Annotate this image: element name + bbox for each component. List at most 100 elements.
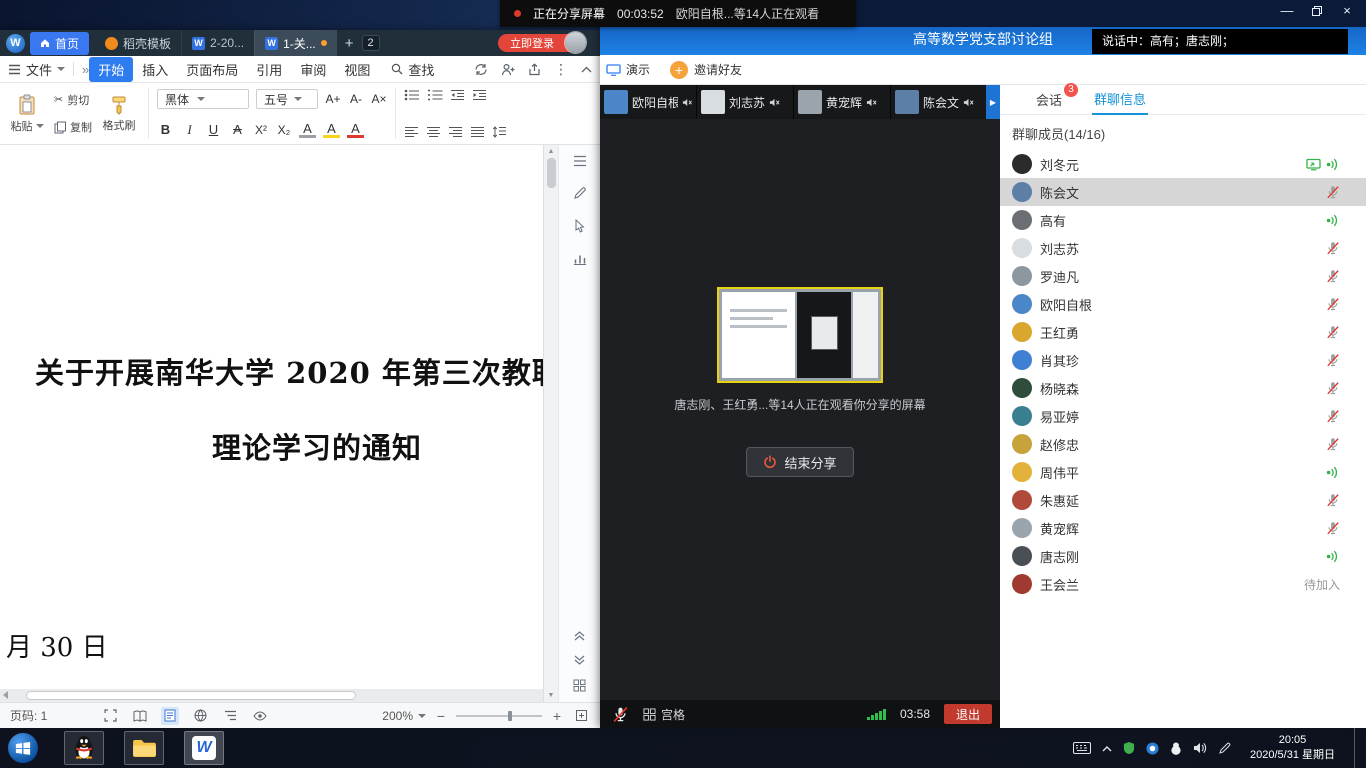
mic-muted-button[interactable] [612,706,629,723]
eye-protection-icon[interactable] [251,707,269,725]
copy-button[interactable]: 复制 [54,119,92,135]
member-row[interactable]: 欧阳自根 [1000,290,1366,318]
video-strip-next-button[interactable]: ▶ [986,85,1000,119]
tab-count-badge[interactable]: 2 [362,35,380,51]
horizontal-scrollbar-thumb[interactable] [26,691,356,700]
member-row[interactable]: 王红勇 [1000,318,1366,346]
font-name-select[interactable]: 黑体 [157,89,249,109]
fit-page-icon[interactable] [572,707,590,725]
increase-font-button[interactable]: A+ [325,92,341,106]
member-row[interactable]: 周伟平 [1000,458,1366,486]
restore-button[interactable] [1304,3,1330,19]
scroll-left-arrow-icon[interactable] [3,691,8,699]
share-icon[interactable] [528,63,541,76]
sync-icon[interactable] [474,63,488,76]
bullet-list-icon[interactable] [404,89,420,101]
tab-group-info[interactable]: 群聊信息 [1092,84,1148,115]
collapse-ribbon-icon[interactable] [581,66,592,73]
subscript-button[interactable]: X₂ [276,123,292,137]
clear-format-button[interactable]: A× [371,92,387,106]
page-view-icon[interactable] [161,707,179,725]
line-spacing-icon[interactable] [492,126,507,138]
taskbar-clock[interactable]: 20:05 2020/5/31 星期日 [1250,733,1335,763]
highlight-color-button[interactable]: A [323,121,340,138]
chart-tool-icon[interactable] [573,252,587,265]
keyboard-icon[interactable] [1073,742,1091,754]
video-tile[interactable]: 刘志苏 [697,85,794,119]
next-page-icon[interactable] [574,655,585,665]
qq-tray-icon[interactable] [1170,742,1182,755]
ribbon-tab-view[interactable]: 视图 [335,57,379,82]
taskbar-qq-button[interactable] [64,731,104,765]
ribbon-tab-review[interactable]: 审阅 [291,57,335,82]
paste-button[interactable]: 粘贴 [6,86,48,141]
login-button[interactable]: 立即登录 [498,34,580,52]
grid-view-button[interactable]: 宫格 [643,706,685,723]
more-menu-icon[interactable]: ⋮ [554,61,568,78]
end-share-button[interactable]: 结束分享 [746,447,853,477]
char-shading-button[interactable]: A [299,121,316,138]
file-menu[interactable]: 文件 [8,60,65,79]
show-desktop-button[interactable] [1354,728,1362,768]
strikethrough-button[interactable]: A [229,122,246,137]
tray-expand-icon[interactable] [1102,745,1112,752]
video-tile[interactable]: 黄宠辉 [794,85,891,119]
security-shield-icon[interactable] [1123,741,1135,755]
taskbar-wps-button[interactable]: W [184,731,224,765]
align-center-icon[interactable] [426,126,441,138]
member-row[interactable]: 唐志刚 [1000,542,1366,570]
zoom-in-button[interactable]: + [551,708,563,724]
zoom-level-select[interactable]: 200% [382,709,426,723]
outline-view-icon[interactable] [221,707,239,725]
taskbar-explorer-button[interactable] [124,731,164,765]
member-row[interactable]: 刘志苏 [1000,234,1366,262]
web-layout-icon[interactable] [191,707,209,725]
zoom-slider-thumb[interactable] [508,711,512,721]
minimize-button[interactable]: — [1274,3,1300,19]
decrease-indent-icon[interactable] [450,89,465,101]
home-tab[interactable]: 首页 [30,32,89,55]
ribbon-tab-insert[interactable]: 插入 [133,57,177,82]
format-painter-button[interactable]: 格式刷 [98,86,140,141]
grid-view-icon[interactable] [573,679,586,692]
bold-button[interactable]: B [157,122,174,137]
scroll-down-arrow-icon[interactable]: ▼ [548,689,555,702]
align-right-icon[interactable] [448,126,463,138]
account-avatar[interactable] [565,32,586,53]
member-row[interactable]: 王会兰 待加入 [1000,570,1366,598]
volume-icon[interactable] [1193,742,1207,754]
demo-tab[interactable]: 演示 [606,61,650,78]
wps-logo-icon[interactable]: W [6,34,25,53]
document-tab-1[interactable]: W 2-20... [181,30,254,56]
member-row[interactable]: 肖其珍 [1000,346,1366,374]
invite-user-icon[interactable] [501,63,515,76]
cut-button[interactable]: ✂ 剪切 [54,92,92,108]
menu-overflow-icon[interactable]: » [82,62,89,77]
numbered-list-icon[interactable] [427,89,443,101]
vertical-scrollbar-thumb[interactable] [547,158,556,188]
ribbon-tab-page-layout[interactable]: 页面布局 [177,57,247,82]
align-left-icon[interactable] [404,126,419,138]
zoom-out-button[interactable]: − [435,708,447,724]
member-row[interactable]: 刘冬元 [1000,150,1366,178]
read-mode-icon[interactable] [131,707,149,725]
member-row[interactable]: 赵修忠 [1000,430,1366,458]
document-tab-2[interactable]: W 1-关... [254,30,337,56]
tab-session[interactable]: 会话 3 [1036,90,1062,109]
video-tile[interactable]: 欧阳自根 [600,85,697,119]
ribbon-tab-references[interactable]: 引用 [247,57,291,82]
pen-input-icon[interactable] [1218,742,1231,755]
underline-button[interactable]: U [205,122,222,137]
italic-button[interactable]: I [181,122,198,138]
start-button[interactable] [8,733,38,763]
fullscreen-view-icon[interactable] [101,707,119,725]
font-size-select[interactable]: 五号 [256,89,318,109]
select-cursor-icon[interactable] [573,219,586,233]
ink-pen-icon[interactable] [573,186,587,200]
member-row[interactable]: 易亚婷 [1000,402,1366,430]
superscript-button[interactable]: X² [253,123,269,137]
justify-icon[interactable] [470,126,485,138]
document-page[interactable]: 关于开展南华大学 2020 年第三次教职工 理论学习的通知 月 30 日 [0,145,543,702]
member-row[interactable]: 高有 [1000,206,1366,234]
ribbon-tab-home[interactable]: 开始 [89,57,133,82]
